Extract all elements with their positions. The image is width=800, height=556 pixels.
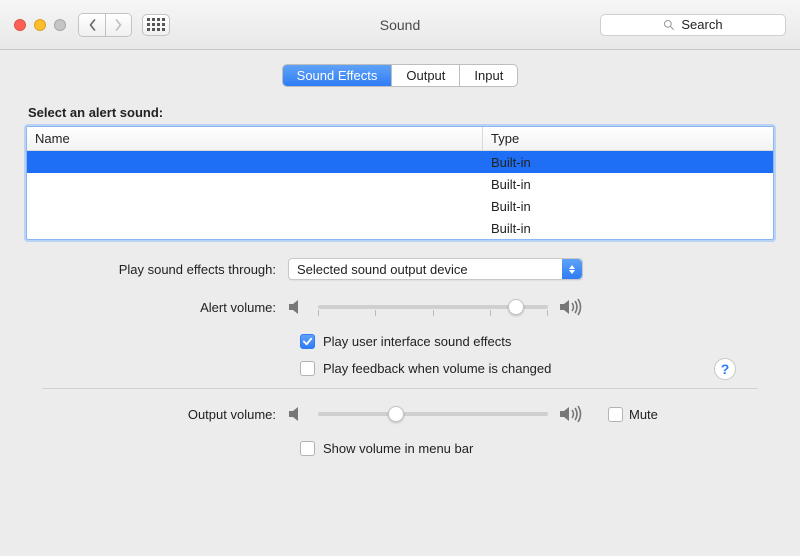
show-all-prefs-button[interactable]: [142, 14, 170, 36]
speaker-mute-icon: [288, 405, 308, 423]
updown-arrows-icon: [562, 259, 582, 279]
traffic-lights: [14, 19, 66, 31]
mute-checkbox[interactable]: [608, 407, 623, 422]
tab-input[interactable]: Input: [459, 65, 517, 86]
select-value: Selected sound output device: [297, 262, 468, 277]
nav-back-forward: [78, 13, 132, 37]
tab-segmented-control: Sound Effects Output Input: [282, 64, 519, 87]
mute-row: Mute: [608, 407, 658, 422]
chevron-left-icon: [88, 19, 97, 31]
titlebar: Sound Search: [0, 0, 800, 50]
tab-output[interactable]: Output: [391, 65, 459, 86]
table-body[interactable]: Built-in Built-in Built-in Built-in: [27, 151, 773, 239]
window-title: Sound: [380, 17, 420, 33]
speaker-loud-icon: [558, 405, 584, 423]
close-window-button[interactable]: [14, 19, 26, 31]
table-header: Name Type: [27, 127, 773, 151]
slider-knob[interactable]: [508, 299, 524, 315]
chevron-right-icon: [114, 19, 123, 31]
check-icon: [302, 336, 313, 347]
ui-sounds-row: Play user interface sound effects: [300, 334, 762, 349]
feedback-checkbox[interactable]: [300, 361, 315, 376]
minimize-window-button[interactable]: [34, 19, 46, 31]
speaker-mute-icon: [288, 298, 308, 316]
content-area: Sound Effects Output Input Select an ale…: [0, 50, 800, 484]
ui-sounds-checkbox[interactable]: [300, 334, 315, 349]
search-input[interactable]: Search: [600, 14, 786, 36]
feedback-row: Play feedback when volume is changed ?: [300, 361, 762, 376]
feedback-label: Play feedback when volume is changed: [323, 361, 551, 376]
table-row[interactable]: Built-in: [27, 151, 773, 173]
menu-bar-checkbox[interactable]: [300, 441, 315, 456]
output-volume-slider[interactable]: [318, 405, 548, 423]
cell-type: Built-in: [483, 221, 773, 236]
table-row[interactable]: Built-in: [27, 195, 773, 217]
slider-knob[interactable]: [388, 406, 404, 422]
alert-sound-title: Select an alert sound:: [28, 105, 772, 120]
menu-bar-label: Show volume in menu bar: [323, 441, 473, 456]
play-through-label: Play sound effects through:: [38, 262, 288, 277]
play-through-select[interactable]: Selected sound output device: [288, 258, 583, 280]
divider: [42, 388, 758, 389]
search-placeholder: Search: [681, 17, 722, 32]
search-icon: [663, 19, 675, 31]
forward-button[interactable]: [105, 14, 131, 36]
table-row[interactable]: Built-in: [27, 173, 773, 195]
alert-volume-slider[interactable]: [318, 298, 548, 316]
column-type[interactable]: Type: [483, 127, 773, 150]
slider-track: [318, 412, 548, 416]
output-volume-label: Output volume:: [38, 407, 288, 422]
zoom-window-button[interactable]: [54, 19, 66, 31]
play-through-row: Play sound effects through: Selected sou…: [38, 258, 762, 280]
output-volume-row: Output volume: Mute: [38, 405, 762, 423]
column-name[interactable]: Name: [27, 127, 483, 150]
alert-volume-label: Alert volume:: [38, 300, 288, 315]
alert-volume-row: Alert volume:: [38, 298, 762, 316]
tab-bar: Sound Effects Output Input: [18, 64, 782, 87]
tab-sound-effects[interactable]: Sound Effects: [283, 65, 392, 86]
cell-type: Built-in: [483, 155, 773, 170]
help-button[interactable]: ?: [714, 358, 736, 380]
back-button[interactable]: [79, 14, 105, 36]
menu-bar-row: Show volume in menu bar: [300, 441, 762, 456]
speaker-loud-icon: [558, 298, 584, 316]
apps-grid-icon: [147, 18, 165, 31]
alert-sound-table[interactable]: Name Type Built-in Built-in Built-in Bui…: [26, 126, 774, 240]
mute-label: Mute: [629, 407, 658, 422]
cell-type: Built-in: [483, 199, 773, 214]
table-row[interactable]: Built-in: [27, 217, 773, 239]
ui-sounds-label: Play user interface sound effects: [323, 334, 511, 349]
cell-type: Built-in: [483, 177, 773, 192]
